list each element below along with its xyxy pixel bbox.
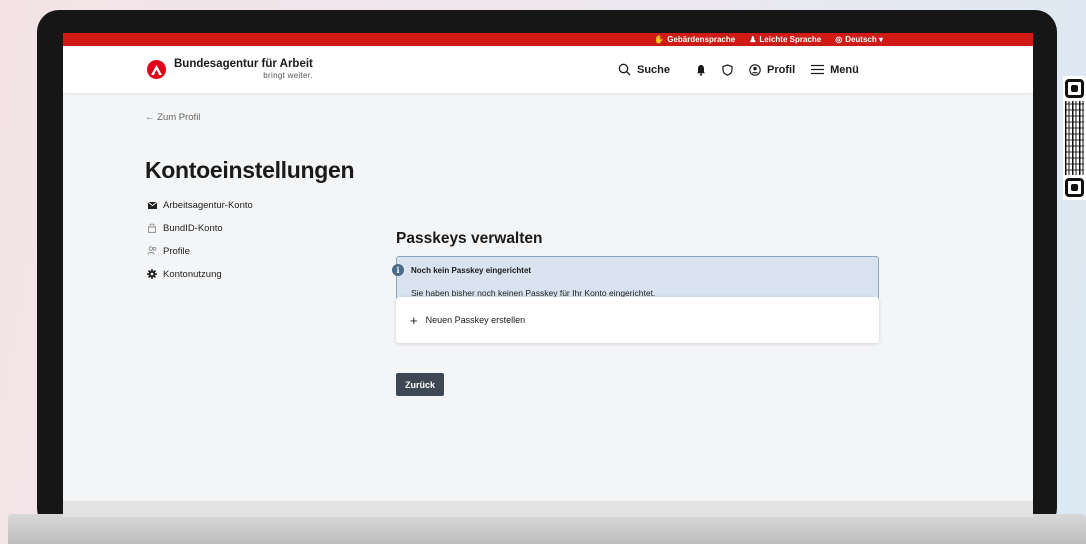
sidebar-item-arbeitsagentur-konto[interactable]: Arbeitsagentur-Konto: [147, 200, 253, 211]
browser-screen: ✋ Gebärdensprache ♟ Leichte Sprache ◎ De…: [63, 33, 1033, 517]
user-circle-icon: [749, 63, 761, 76]
settings-sidebar: Arbeitsagentur-Konto BundID-Konto Profil…: [147, 200, 253, 292]
plus-icon: +: [410, 312, 418, 328]
people-icon: [147, 246, 157, 257]
envelope-icon: [147, 201, 157, 211]
shield-icon: [722, 63, 733, 76]
profile-button[interactable]: Profil: [749, 64, 795, 76]
profile-label: Profil: [767, 63, 796, 76]
sidebar-item-label: BundID-Konto: [163, 223, 223, 234]
globe-icon: ◎: [835, 35, 843, 44]
sidebar-item-profile[interactable]: Profile: [147, 246, 253, 257]
sidebar-item-label: Profile: [163, 246, 190, 257]
gear-icon: [147, 268, 157, 281]
bell-icon: [696, 64, 706, 76]
menu-label: Menü: [830, 63, 859, 76]
sidebar-item-kontonutzung[interactable]: Kontonutzung: [147, 268, 253, 281]
qr-finder-top: [1065, 79, 1084, 98]
back-to-profile-link[interactable]: ← Zum Profil: [145, 112, 200, 123]
sign-language-icon: ✋: [654, 35, 665, 44]
search-label: Suche: [637, 63, 671, 76]
logo-tagline: bringt weiter.: [263, 71, 313, 81]
security-button[interactable]: [722, 63, 733, 76]
section-title: Passkeys verwalten: [396, 230, 543, 247]
qr-modules: [1065, 101, 1084, 175]
logo-name: Bundesagentur für Arbeit: [174, 57, 313, 70]
easy-language-icon: ♟: [749, 35, 757, 44]
create-passkey-label: Neuen Passkey erstellen: [425, 315, 526, 325]
info-title: Noch kein Passkey eingerichtet: [411, 266, 532, 275]
footer-strip: [63, 501, 1033, 517]
sidebar-item-bundid-konto[interactable]: BundID-Konto: [147, 223, 253, 234]
sign-language-label: Gebärdensprache: [667, 35, 736, 44]
lock-icon: [147, 223, 157, 235]
sidebar-item-label: Kontonutzung: [163, 269, 222, 280]
page-title: Kontoeinstellungen: [145, 157, 355, 183]
menu-button[interactable]: Menü: [811, 64, 859, 76]
create-passkey-button[interactable]: + Neuen Passkey erstellen: [396, 297, 879, 343]
info-icon: i: [392, 264, 404, 276]
site-header: Bundesagentur für Arbeit bringt weiter. …: [63, 46, 1033, 93]
sidebar-item-label: Arbeitsagentur-Konto: [163, 200, 253, 211]
qr-finder-bottom: [1065, 178, 1084, 197]
search-icon: [618, 63, 631, 76]
notifications-button[interactable]: [696, 64, 706, 76]
header-nav: Suche Profil Menü: [618, 46, 859, 93]
qr-code: [1063, 76, 1086, 200]
logo-text[interactable]: Bundesagentur für Arbeit bringt weiter.: [174, 57, 313, 81]
back-button[interactable]: Zurück: [396, 373, 444, 396]
easy-language-label: Leichte Sprache: [759, 35, 822, 44]
language-select[interactable]: ◎ Deutsch ▾: [835, 35, 883, 44]
sign-language-link[interactable]: ✋ Gebärdensprache: [654, 35, 735, 44]
language-label: Deutsch ▾: [845, 35, 883, 44]
service-bar: ✋ Gebärdensprache ♟ Leichte Sprache ◎ De…: [63, 33, 1033, 46]
search-button[interactable]: Suche: [618, 63, 670, 76]
easy-language-link[interactable]: ♟ Leichte Sprache: [749, 35, 821, 44]
hamburger-icon: [811, 64, 825, 75]
ba-logo-icon[interactable]: [147, 60, 166, 79]
laptop-base: [8, 514, 1086, 544]
